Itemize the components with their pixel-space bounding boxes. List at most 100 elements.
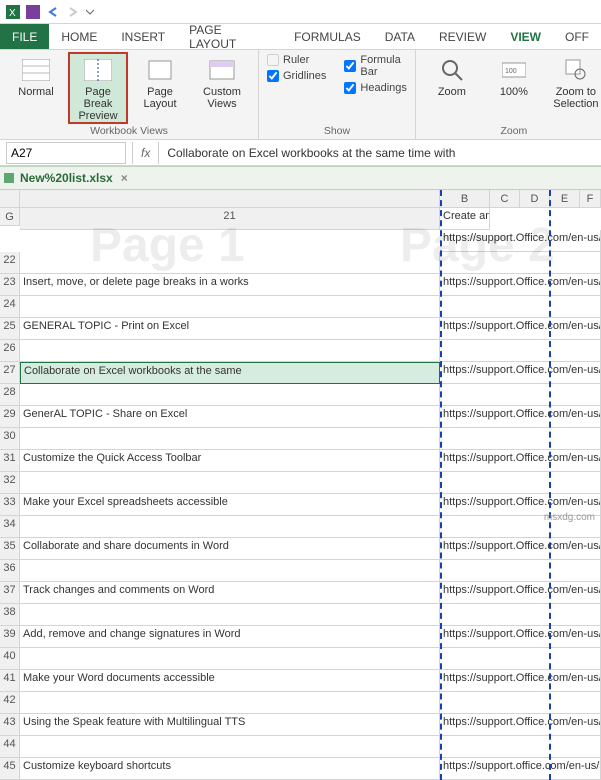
tab-home[interactable]: HOME bbox=[49, 24, 109, 49]
cell[interactable]: Add, remove and change signatures in Wor… bbox=[20, 626, 440, 648]
col-header[interactable]: E bbox=[550, 190, 580, 208]
page-layout-button[interactable]: Page Layout bbox=[132, 54, 188, 122]
cell[interactable]: https://support.Office.com/en-us/article… bbox=[440, 318, 601, 340]
tab-review[interactable]: REVIEW bbox=[427, 24, 498, 49]
save-icon[interactable] bbox=[26, 5, 40, 19]
row-header[interactable]: 28 bbox=[0, 384, 20, 406]
tab-data[interactable]: DATA bbox=[373, 24, 427, 49]
row-header[interactable]: 33 bbox=[0, 494, 20, 516]
custom-views-button[interactable]: Custom Views bbox=[194, 54, 250, 122]
cell[interactable] bbox=[440, 384, 601, 406]
col-header[interactable]: G bbox=[0, 208, 20, 226]
cell[interactable] bbox=[20, 472, 440, 494]
col-header[interactable]: D bbox=[520, 190, 550, 208]
row-header[interactable]: 42 bbox=[0, 692, 20, 714]
close-workbook-icon[interactable]: × bbox=[121, 171, 128, 185]
fx-icon[interactable]: fx bbox=[132, 142, 159, 164]
zoom-button[interactable]: Zoom bbox=[424, 54, 480, 110]
tab-page-layout[interactable]: PAGE LAYOUT bbox=[177, 24, 282, 49]
zoom-100-button[interactable]: 100 100% bbox=[486, 54, 542, 110]
row-header[interactable]: 35 bbox=[0, 538, 20, 560]
col-header[interactable] bbox=[20, 190, 440, 208]
cell[interactable]: https://support.office.com/en-us/article… bbox=[440, 758, 601, 780]
row-header[interactable]: 40 bbox=[0, 648, 20, 670]
tab-insert[interactable]: INSERT bbox=[109, 24, 177, 49]
row-header[interactable]: 38 bbox=[0, 604, 20, 626]
cell[interactable] bbox=[440, 560, 601, 582]
cell[interactable] bbox=[440, 692, 601, 714]
tab-formulas[interactable]: FORMULAS bbox=[282, 24, 373, 49]
row-header[interactable]: 26 bbox=[0, 340, 20, 362]
cell[interactable] bbox=[440, 340, 601, 362]
row-header[interactable]: 21 bbox=[20, 208, 440, 230]
cell[interactable]: https://support.Office.com/en-us/article… bbox=[440, 230, 601, 252]
cell[interactable]: Make your Excel spreadsheets accessible bbox=[20, 494, 440, 516]
ruler-check[interactable]: Ruler bbox=[267, 54, 326, 66]
cell[interactable]: https://support.Office.com/en-us/article… bbox=[440, 274, 601, 296]
cell[interactable] bbox=[20, 296, 440, 318]
row-header[interactable]: 37 bbox=[0, 582, 20, 604]
row-header[interactable]: 44 bbox=[0, 736, 20, 758]
row-header[interactable]: 39 bbox=[0, 626, 20, 648]
cells-grid[interactable]: BCDEFG21Create and print mailing labels … bbox=[0, 190, 601, 780]
row-header[interactable]: 31 bbox=[0, 450, 20, 472]
row-header[interactable]: 22 bbox=[0, 252, 20, 274]
cell[interactable] bbox=[20, 692, 440, 714]
row-header[interactable]: 27 bbox=[0, 362, 20, 384]
cell[interactable]: Using the Speak feature with Multilingua… bbox=[20, 714, 440, 736]
cell[interactable]: Collaborate on Excel workbooks at the sa… bbox=[20, 362, 440, 384]
cell[interactable]: GenerAL TOPIC - Share on Excel bbox=[20, 406, 440, 428]
cell[interactable]: https://support.Office.com/en-us/article… bbox=[440, 538, 601, 560]
row-header[interactable]: 29 bbox=[0, 406, 20, 428]
zoom-selection-button[interactable]: Zoom to Selection bbox=[548, 54, 601, 110]
cell[interactable] bbox=[20, 736, 440, 758]
cell[interactable]: https://support.Office.com/en-us/article… bbox=[440, 714, 601, 736]
col-header[interactable]: B bbox=[440, 190, 490, 208]
cell[interactable] bbox=[440, 296, 601, 318]
cell[interactable] bbox=[440, 252, 601, 274]
qat-dropdown-icon[interactable] bbox=[86, 8, 94, 16]
page-break-preview-button[interactable]: Page Break Preview bbox=[68, 52, 128, 124]
cell[interactable]: https://support.Office.com/en-us/article… bbox=[440, 362, 601, 384]
row-header[interactable]: 43 bbox=[0, 714, 20, 736]
row-header[interactable]: 24 bbox=[0, 296, 20, 318]
formula-bar-check[interactable]: Formula Bar bbox=[344, 54, 406, 78]
cell[interactable]: GENERAL TOPIC - Print on Excel bbox=[20, 318, 440, 340]
row-header[interactable]: 45 bbox=[0, 758, 20, 780]
name-box[interactable] bbox=[6, 142, 126, 164]
workbook-tab[interactable]: New%20list.xlsx × bbox=[0, 166, 601, 190]
cell[interactable] bbox=[20, 648, 440, 670]
gridlines-check[interactable]: Gridlines bbox=[267, 70, 326, 82]
cell[interactable]: https://support.Office.com/en-us/article… bbox=[440, 670, 601, 692]
row-header[interactable]: 25 bbox=[0, 318, 20, 340]
cell[interactable]: Customize keyboard shortcuts bbox=[20, 758, 440, 780]
row-header[interactable]: 41 bbox=[0, 670, 20, 692]
cell[interactable] bbox=[440, 472, 601, 494]
cell[interactable]: Collaborate and share documents in Word bbox=[20, 538, 440, 560]
cell[interactable]: https://support.Office.com/en-us/article… bbox=[440, 582, 601, 604]
cell[interactable]: https://support.Office.com/en-us/article… bbox=[440, 406, 601, 428]
cell[interactable] bbox=[20, 340, 440, 362]
cell[interactable]: Track changes and comments on Word bbox=[20, 582, 440, 604]
row-header[interactable]: 32 bbox=[0, 472, 20, 494]
tab-view[interactable]: VIEW bbox=[498, 24, 553, 49]
normal-view-button[interactable]: Normal bbox=[8, 54, 64, 122]
tab-file[interactable]: FILE bbox=[0, 24, 49, 49]
cell[interactable]: Make your Word documents accessible bbox=[20, 670, 440, 692]
row-header[interactable]: 23 bbox=[0, 274, 20, 296]
undo-icon[interactable] bbox=[46, 5, 60, 19]
cell[interactable]: Insert, move, or delete page breaks in a… bbox=[20, 274, 440, 296]
formula-bar-text[interactable]: Collaborate on Excel workbooks at the sa… bbox=[159, 146, 455, 160]
cell[interactable] bbox=[440, 648, 601, 670]
col-header[interactable]: F bbox=[580, 190, 601, 208]
cell[interactable]: https://support.Office.com/en-us/article… bbox=[440, 450, 601, 472]
row-header[interactable]: 34 bbox=[0, 516, 20, 538]
cell[interactable] bbox=[440, 428, 601, 450]
cell[interactable]: https://support.Office.com/en-us/article… bbox=[440, 626, 601, 648]
col-header[interactable]: C bbox=[490, 190, 520, 208]
headings-check[interactable]: Headings bbox=[344, 82, 406, 94]
cell[interactable] bbox=[440, 604, 601, 626]
cell[interactable] bbox=[20, 516, 440, 538]
cell[interactable] bbox=[20, 560, 440, 582]
cell[interactable] bbox=[20, 252, 440, 274]
